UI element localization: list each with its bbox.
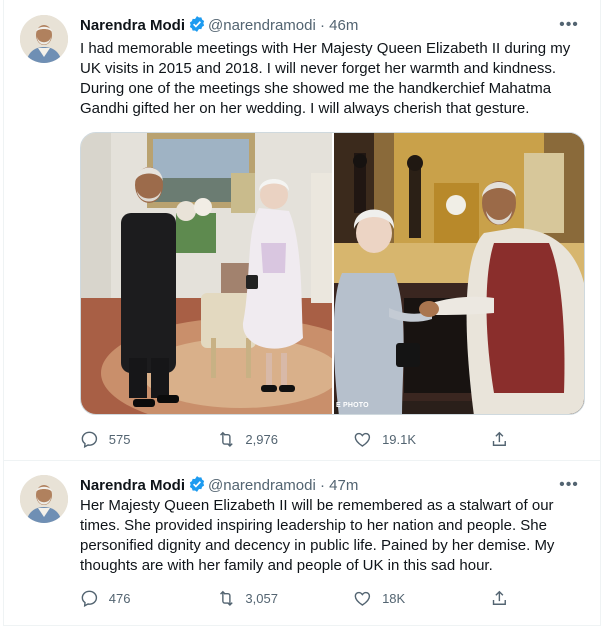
- tweet-text: Her Majesty Queen Elizabeth II will be r…: [80, 497, 555, 574]
- reply-count: 575: [108, 431, 131, 447]
- author-handle[interactable]: @narendramodi: [208, 17, 316, 34]
- like-button[interactable]: 19.1K: [353, 429, 453, 449]
- like-count: 19.1K: [382, 431, 417, 447]
- timestamp[interactable]: 46m: [329, 17, 358, 34]
- tweet-actions: 476 3,057 18K: [80, 588, 510, 608]
- like-count: 18K: [382, 590, 406, 606]
- retweet-count: 2,976: [245, 431, 278, 447]
- author-name[interactable]: Narendra Modi: [80, 477, 185, 494]
- retweet-button[interactable]: 3,057: [217, 588, 317, 608]
- like-button[interactable]: 18K: [353, 588, 453, 608]
- tweet-media[interactable]: E PHOTO: [80, 132, 585, 415]
- reply-icon: [81, 431, 98, 448]
- photo-credit: E PHOTO: [336, 402, 369, 409]
- author-handle[interactable]: @narendramodi: [208, 477, 316, 494]
- retweet-icon: [219, 431, 233, 447]
- like-icon: [354, 591, 371, 606]
- tweet-actions: 575 2,976 19.1K: [80, 429, 510, 449]
- reply-button[interactable]: 575: [80, 429, 180, 449]
- more-options-icon[interactable]: •••: [557, 13, 581, 37]
- tweet-text: I had memorable meetings with Her Majest…: [80, 40, 571, 117]
- retweet-icon: [219, 590, 233, 606]
- like-icon: [354, 432, 371, 447]
- tweet-2[interactable]: Narendra Modi @narendramodi · 47m ••• Her…: [3, 461, 601, 626]
- reply-count: 476: [108, 590, 131, 606]
- share-icon: [492, 431, 506, 446]
- avatar[interactable]: [20, 15, 68, 63]
- reply-button[interactable]: 476: [80, 588, 180, 608]
- reply-icon: [81, 590, 98, 607]
- timestamp[interactable]: 47m: [329, 477, 358, 494]
- retweet-count: 3,057: [245, 590, 278, 606]
- share-button[interactable]: [490, 429, 510, 449]
- author-name[interactable]: Narendra Modi: [80, 17, 185, 34]
- more-options-icon[interactable]: •••: [557, 473, 581, 497]
- separator-dot: ·: [319, 17, 325, 34]
- tweet-header: Narendra Modi @narendramodi · 46m •••: [80, 15, 589, 35]
- photo-left[interactable]: [81, 133, 332, 414]
- avatar[interactable]: [20, 475, 68, 523]
- separator-dot: ·: [319, 477, 325, 494]
- share-button[interactable]: [490, 588, 510, 608]
- retweet-button[interactable]: 2,976: [217, 429, 317, 449]
- tweet-header: Narendra Modi @narendramodi · 47m •••: [80, 475, 589, 495]
- verified-badge-icon: [188, 15, 206, 39]
- tweet-1[interactable]: Narendra Modi @narendramodi · 46m ••• I h…: [3, 0, 601, 461]
- share-icon: [492, 590, 506, 605]
- photo-right[interactable]: E PHOTO: [334, 133, 584, 414]
